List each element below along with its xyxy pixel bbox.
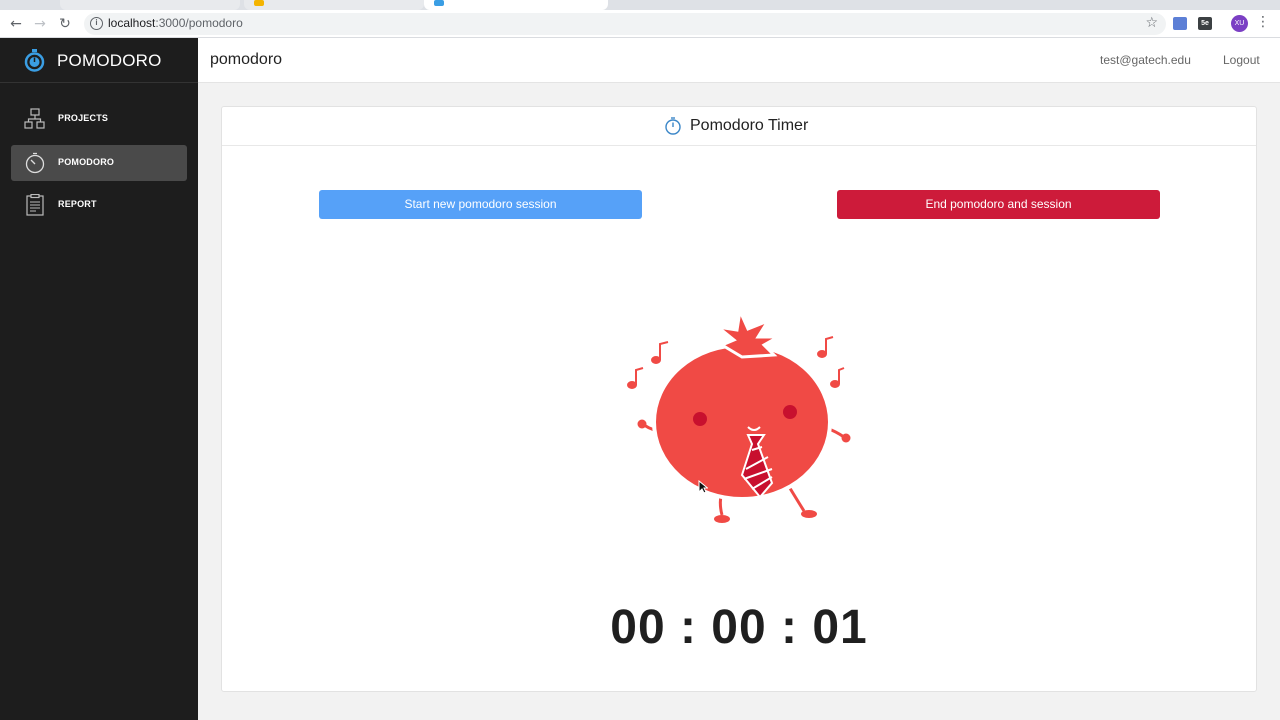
- extension-icon[interactable]: 5e: [1198, 17, 1212, 30]
- back-arrow-icon[interactable]: ←: [6, 14, 26, 34]
- timer-display: 00 : 00 : 01: [610, 601, 868, 654]
- url-host: localhost: [108, 16, 156, 30]
- stopwatch-icon: [25, 152, 45, 174]
- bookmark-star-icon[interactable]: ☆: [1145, 15, 1158, 31]
- browser-tab-strip: [0, 0, 1280, 10]
- sidebar-item-report[interactable]: REPORT: [11, 187, 187, 223]
- sidebar-item-label: POMODORO: [58, 157, 115, 167]
- logout-link[interactable]: Logout: [1223, 53, 1260, 67]
- browser-toolbar: ← → ↻ i localhost:3000/pomodoro ☆ 5e XU …: [0, 10, 1280, 38]
- sidebar-brand[interactable]: POMODORO: [0, 38, 198, 83]
- mouse-cursor-icon: [698, 480, 708, 494]
- sidebar-item-pomodoro[interactable]: POMODORO: [11, 145, 187, 181]
- card-title: Pomodoro Timer: [690, 117, 809, 134]
- sidebar-item-label: PROJECTS: [58, 113, 109, 123]
- top-header: pomodoro test@gatech.edu Logout: [198, 38, 1280, 83]
- start-session-button[interactable]: Start new pomodoro session: [319, 190, 642, 219]
- browser-tab[interactable]: [244, 0, 424, 10]
- sidebar-item-label: REPORT: [58, 199, 97, 209]
- card-header: Pomodoro Timer: [222, 107, 1256, 146]
- pomodoro-card: Pomodoro Timer Start new pomodoro sessio…: [221, 106, 1257, 692]
- camera-extension-icon[interactable]: [1173, 17, 1187, 30]
- url-text: localhost:3000/pomodoro: [108, 16, 243, 30]
- sidebar-item-projects[interactable]: PROJECTS: [11, 101, 187, 137]
- page-title: pomodoro: [210, 51, 283, 68]
- brand-name: POMODORO: [57, 51, 162, 70]
- projects-icon: [24, 108, 45, 129]
- address-bar[interactable]: i localhost:3000/pomodoro ☆: [84, 13, 1166, 35]
- forward-arrow-icon[interactable]: →: [30, 14, 50, 34]
- user-email[interactable]: test@gatech.edu: [1100, 53, 1191, 67]
- timer-icon: [665, 117, 681, 135]
- reload-icon[interactable]: ↻: [55, 14, 75, 34]
- tab-favicon: [434, 0, 444, 6]
- url-path: :3000/pomodoro: [155, 16, 243, 30]
- report-icon: [26, 194, 44, 216]
- end-session-button[interactable]: End pomodoro and session: [837, 190, 1160, 219]
- browser-menu-icon[interactable]: ⋮: [1256, 14, 1270, 30]
- profile-avatar[interactable]: XU: [1231, 15, 1248, 32]
- browser-tab-active[interactable]: [424, 0, 608, 10]
- info-icon[interactable]: i: [90, 17, 103, 30]
- dancing-tomato-illustration: [627, 305, 851, 523]
- browser-tab[interactable]: [60, 0, 240, 10]
- sidebar: POMODORO PROJECTS POMODORO REPORT: [0, 38, 198, 720]
- tab-favicon: [254, 0, 264, 6]
- stopwatch-logo-icon: [24, 49, 45, 72]
